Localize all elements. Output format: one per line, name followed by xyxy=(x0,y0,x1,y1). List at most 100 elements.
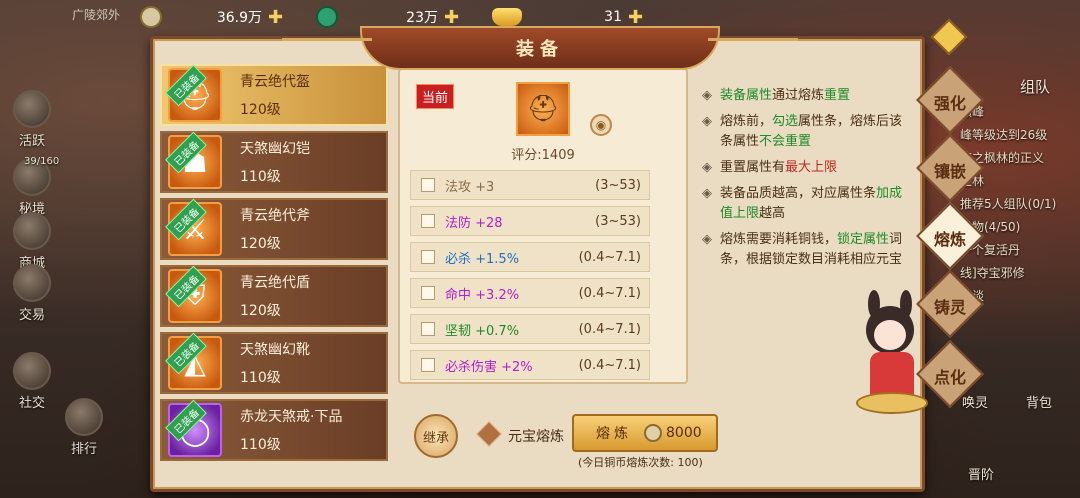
attribute-name: 法攻 +3 xyxy=(445,179,495,195)
advance-button[interactable]: 晋阶 xyxy=(968,464,994,483)
add-gold-icon[interactable]: ✚ xyxy=(628,7,643,28)
item-text: 青云绝代斧 120级 xyxy=(240,205,310,253)
tip-text: 熔炼前， xyxy=(720,114,773,129)
lock-checkbox[interactable] xyxy=(421,214,435,228)
summon-spirit-button[interactable]: 唤灵 xyxy=(962,392,988,411)
tip-line: 重置属性有最大上限 xyxy=(702,158,912,178)
equipment-item[interactable]: ◯ 已装备 赤龙天煞戒·下品 110级 xyxy=(160,399,388,461)
background-left-menu: 活跃秘境商城交易社交排行39/160 xyxy=(0,30,103,498)
copper-value: 36.9万 xyxy=(216,10,262,26)
item-name: 青云绝代盔 xyxy=(240,74,310,90)
item-text: 赤龙天煞戒·下品 110级 xyxy=(240,406,342,454)
copper-coin-icon xyxy=(644,424,662,442)
quest-line: 线]夺宝邪修 xyxy=(960,266,1025,280)
equipped-tag: 已装备 xyxy=(165,332,207,375)
ring-icon: ◯ 已装备 xyxy=(165,399,222,457)
background-quest-list: 巅峰 峰等级达到26级 夜之枫林的正义 之林 推荐5人组队(0/1) 寻物(4/50) 一个… xyxy=(960,100,1080,307)
background-menu-0[interactable]: 活跃 xyxy=(4,90,60,149)
eye-icon[interactable]: ◉ xyxy=(590,114,612,136)
item-text: 青云绝代盔 120级 xyxy=(240,71,310,119)
selected-helmet-icon[interactable]: ⛑ xyxy=(516,82,570,136)
attribute-row[interactable]: 必杀 +1.5% (0.4~7.1) xyxy=(410,242,650,272)
tip-text: 装备品质越高，对应属性条 xyxy=(720,186,877,201)
item-level: 120级 xyxy=(240,102,281,118)
attribute-row[interactable]: 法防 +28 (3~53) xyxy=(410,206,650,236)
attribute-name: 法防 +28 xyxy=(445,215,503,231)
equipment-list[interactable]: ⛑ 已装备 青云绝代盔 120级 ☗ 已装备 天煞幽幻铠 110级 ⚔ 已装备 青云绝代斧 120级 ⛨… xyxy=(160,64,388,498)
equipped-tag: 已装备 xyxy=(165,198,207,241)
equipped-tag: 已装备 xyxy=(165,64,207,107)
gold-ingot-icon xyxy=(492,8,522,26)
add-copper-icon[interactable]: ✚ xyxy=(268,7,283,28)
attribute-range: (0.4~7.1) xyxy=(578,321,641,337)
side-tab-0[interactable]: 强化 xyxy=(926,90,974,114)
side-tab-2[interactable]: 熔炼 xyxy=(926,226,974,250)
attribute-row[interactable]: 法攻 +3 (3~53) xyxy=(410,170,650,200)
tip-text: 装备属性 xyxy=(720,88,773,103)
quest-line: 推荐5人组队(0/1) xyxy=(960,197,1057,211)
current-badge: 当前 xyxy=(416,84,455,109)
equipment-item[interactable]: ◭ 已装备 天煞幽幻靴 110级 xyxy=(160,332,388,394)
attribute-name: 命中 +3.2% xyxy=(445,287,520,303)
refine-button-label: 熔炼 xyxy=(596,426,632,442)
item-level: 120级 xyxy=(240,303,281,319)
tip-text: 勾选 xyxy=(772,114,799,129)
attribute-range: (3~53) xyxy=(595,213,641,229)
background-menu-4[interactable]: 社交 xyxy=(4,352,60,411)
tip-line: 装备品质越高，对应属性条加成值上限越高 xyxy=(702,184,912,224)
background-menu-5[interactable]: 排行 xyxy=(56,398,112,457)
inherit-button[interactable]: 继承 xyxy=(414,414,458,458)
menu-icon xyxy=(65,398,103,436)
side-tab-4[interactable]: 点化 xyxy=(926,364,974,388)
copper-coin-icon xyxy=(140,6,162,28)
attribute-range: (0.4~7.1) xyxy=(578,249,641,265)
yuanbao-refine-label: 元宝熔炼 xyxy=(508,429,564,445)
side-tab-1[interactable]: 镶嵌 xyxy=(926,158,974,182)
attribute-row[interactable]: 必杀伤害 +2% (0.4~7.1) xyxy=(410,350,650,380)
copper-resource: 36.9万 ✚ xyxy=(140,4,283,30)
axe-icon: ⚔ 已装备 xyxy=(165,198,222,256)
menu-icon xyxy=(13,352,51,390)
background-tab-team[interactable]: 组队 xyxy=(1020,76,1050,97)
equipment-item[interactable]: ⛨ 已装备 青云绝代盾 120级 xyxy=(160,265,388,327)
lock-checkbox[interactable] xyxy=(421,358,435,372)
refine-cost: 8000 xyxy=(666,425,702,441)
add-jade-icon[interactable]: ✚ xyxy=(444,7,459,28)
attribute-row[interactable]: 坚韧 +0.7% (0.4~7.1) xyxy=(410,314,650,344)
side-tab-3[interactable]: 铸灵 xyxy=(926,294,974,318)
item-name: 赤龙天煞戒·下品 xyxy=(240,409,343,425)
attribute-name: 必杀伤害 +2% xyxy=(445,359,533,375)
tip-text: 重置 xyxy=(824,88,851,103)
equipment-item[interactable]: ⛑ 已装备 青云绝代盔 120级 xyxy=(160,64,388,126)
item-text: 天煞幽幻靴 110级 xyxy=(240,339,310,387)
tip-text: 锁定属性 xyxy=(837,232,890,247)
item-level: 110级 xyxy=(240,437,281,453)
background-menu-2[interactable]: 商城 xyxy=(4,212,60,271)
equipped-tag: 已装备 xyxy=(165,265,207,308)
item-name: 青云绝代斧 xyxy=(240,208,310,224)
helmet-icon: ⛑ 已装备 xyxy=(165,64,222,122)
item-name: 青云绝代盾 xyxy=(240,275,310,291)
attribute-row[interactable]: 命中 +3.2% (0.4~7.1) xyxy=(410,278,650,308)
equipped-tag: 已装备 xyxy=(165,399,207,442)
tip-line: 熔炼前，勾选属性条，熔炼后该条属性不会重置 xyxy=(702,112,912,152)
gold-value: 31 xyxy=(604,9,622,25)
menu-icon xyxy=(13,90,51,128)
equipment-item[interactable]: ☗ 已装备 天煞幽幻铠 110级 xyxy=(160,131,388,193)
armor-icon: ☗ 已装备 xyxy=(165,131,222,189)
menu-icon xyxy=(13,212,51,250)
background-menu-label: 社交 xyxy=(18,396,45,411)
shield-icon: ⛨ 已装备 xyxy=(165,265,222,323)
refine-button[interactable]: 熔炼 8000 xyxy=(572,414,718,452)
lock-checkbox[interactable] xyxy=(421,322,435,336)
background-menu-3[interactable]: 交易 xyxy=(4,264,60,323)
backpack-button[interactable]: 背包 xyxy=(1026,392,1052,411)
item-name: 天煞幽幻铠 xyxy=(240,141,310,157)
tip-text: 熔炼需要消耗铜钱， xyxy=(720,232,838,247)
lock-checkbox[interactable] xyxy=(421,178,435,192)
panel-title: 装备 xyxy=(282,26,798,70)
quest-line: 峰等级达到26级 xyxy=(960,128,1048,142)
equipment-item[interactable]: ⚔ 已装备 青云绝代斧 120级 xyxy=(160,198,388,260)
lock-checkbox[interactable] xyxy=(421,286,435,300)
lock-checkbox[interactable] xyxy=(421,250,435,264)
